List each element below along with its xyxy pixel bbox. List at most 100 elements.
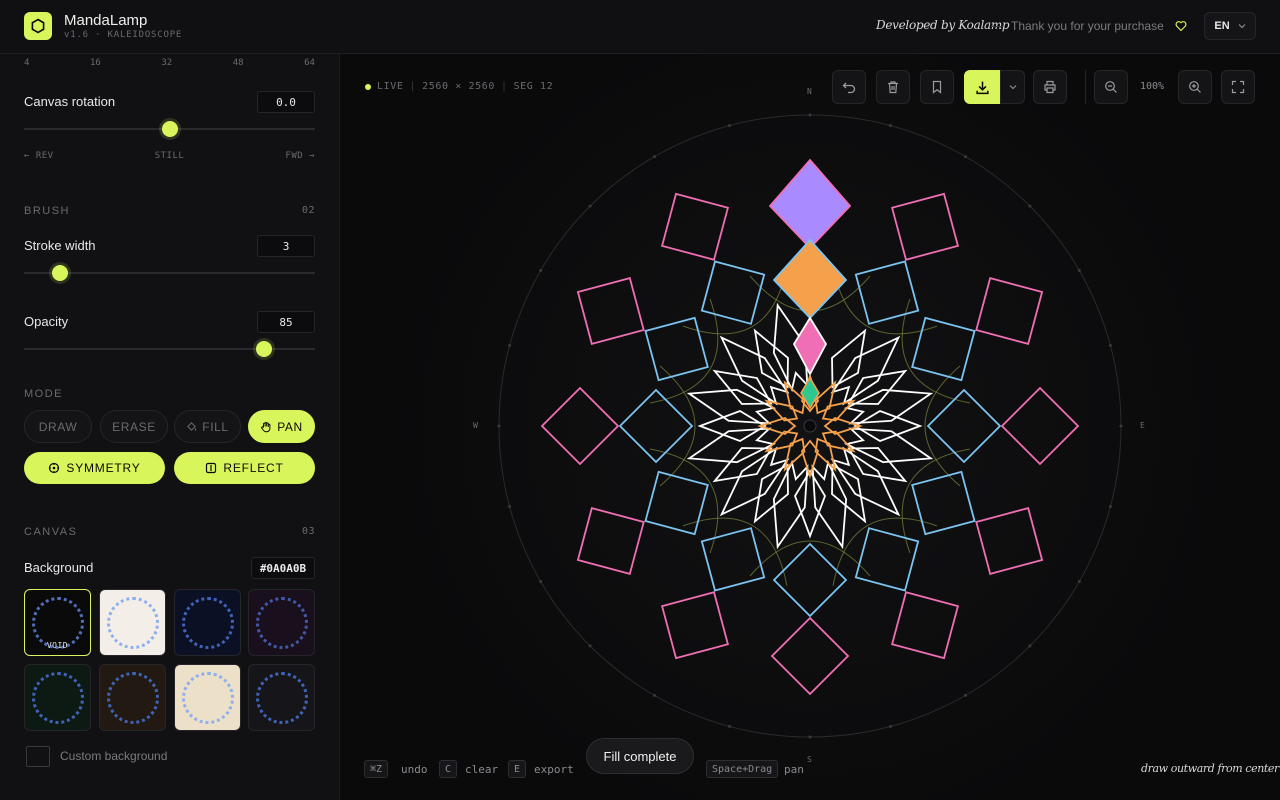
resolution-label: 2560 × 2560 [422, 81, 495, 92]
stroke-width-input[interactable]: 3 [257, 235, 315, 257]
section-title: CANVAS [24, 526, 78, 538]
mandala-drawing[interactable] [340, 54, 1280, 800]
guide-tick [653, 693, 656, 697]
guide-tick [508, 504, 512, 508]
segment-tick: 48 [232, 58, 244, 68]
mode-pan-button[interactable]: PAN [248, 410, 315, 443]
white-diamond [831, 328, 867, 389]
separator: | [409, 81, 417, 92]
blue-square [772, 542, 848, 618]
fullscreen-button[interactable] [1221, 70, 1255, 104]
pink-square [660, 192, 730, 261]
olive-arc [924, 365, 961, 487]
heart-icon [1175, 19, 1187, 37]
swatch-ring [255, 671, 308, 724]
blue-square [644, 316, 709, 382]
language-label: EN [1214, 20, 1230, 32]
chevron-down-icon [1009, 85, 1016, 90]
white-diamond [753, 328, 789, 389]
pink-square [576, 506, 645, 576]
blue-square [911, 316, 976, 382]
background-hex-input[interactable]: #0A0A0B [251, 557, 315, 579]
save-button[interactable] [920, 70, 954, 104]
custom-background-checkbox[interactable] [26, 746, 50, 767]
guide-tick [508, 344, 512, 348]
guide-tick [1028, 204, 1032, 208]
background-swatch[interactable] [99, 664, 166, 731]
background-swatch[interactable]: VOID [24, 589, 91, 656]
background-swatch[interactable] [24, 664, 91, 731]
background-swatch[interactable] [174, 589, 241, 656]
reflect-button[interactable]: REFLECT [174, 452, 315, 484]
mode-draw-button[interactable]: DRAW [24, 410, 92, 443]
guide-tick [539, 269, 543, 272]
rotation-slider-thumb[interactable] [162, 121, 178, 137]
olive-arc [659, 365, 696, 487]
section-number: 03 [301, 526, 315, 537]
pink-square [890, 192, 960, 261]
bookmark-icon [932, 80, 942, 94]
pink-square [890, 591, 960, 660]
background-swatch[interactable] [248, 589, 315, 656]
print-button[interactable] [1033, 70, 1067, 104]
stroke-width-slider-thumb[interactable] [52, 265, 68, 281]
export-options-dropdown[interactable] [1000, 70, 1025, 104]
top-bar: MandaLamp v1.6 · KALEIDOSCOPE Developed … [0, 0, 1280, 54]
swatch-ring [31, 671, 84, 724]
compass-south: S [807, 755, 812, 764]
background-swatch[interactable] [248, 664, 315, 731]
guide-tick [1028, 644, 1032, 648]
rotation-value-input[interactable]: 0.0 [257, 91, 315, 113]
blue-square [644, 470, 709, 536]
clear-button[interactable] [876, 70, 910, 104]
developer-credit: Developed by Koalamp [876, 18, 1010, 32]
mode-erase-button[interactable]: ERASE [100, 410, 168, 443]
pink-square [576, 276, 645, 346]
zoom-in-button[interactable] [1178, 70, 1212, 104]
opacity-slider-thumb[interactable] [256, 341, 272, 357]
app-logo-icon [24, 12, 52, 40]
rev-label: ← REV [24, 151, 54, 161]
language-select[interactable]: EN [1204, 12, 1256, 40]
guide-tick [888, 124, 892, 128]
compass-east: E [1140, 421, 1145, 430]
pink-square [770, 616, 850, 696]
pink-square [660, 591, 730, 660]
symmetry-button[interactable]: SYMMETRY [24, 452, 165, 484]
export-button[interactable] [964, 70, 1000, 104]
swatch-name: VOID [46, 641, 69, 650]
mode-section-header: MODE [24, 388, 315, 400]
white-diamond [831, 463, 867, 524]
still-label: STILL [154, 151, 185, 161]
shortcut-key: Space+Drag [706, 760, 779, 778]
thanks-text: Thank you for your purchase [1011, 19, 1164, 33]
rotation-label: Canvas rotation [24, 94, 116, 109]
shortcut-key: ⌘Z [364, 760, 389, 778]
shortcut-label: pan [784, 763, 804, 776]
white-diamond [853, 410, 923, 442]
guide-tick [888, 724, 892, 728]
background-swatch[interactable] [174, 664, 241, 731]
zoom-out-button[interactable] [1094, 70, 1128, 104]
guide-tick [964, 693, 967, 697]
pink-square [975, 506, 1044, 576]
custom-background-label: Custom background [60, 749, 168, 763]
stroke-width-label: Stroke width [24, 238, 96, 253]
opacity-input[interactable]: 85 [257, 311, 315, 333]
mode-fill-button[interactable]: FILL [174, 410, 241, 443]
segment-tick: 4 [24, 58, 30, 68]
mode-label: DRAW [38, 419, 78, 434]
white-diamond [712, 447, 773, 483]
white-diamond [712, 369, 773, 405]
filled-purple-diamond [768, 158, 852, 250]
background-swatch[interactable] [99, 589, 166, 656]
guide-tick [1108, 344, 1112, 348]
guide-tick [808, 735, 812, 739]
shortcut-label: export [534, 763, 574, 776]
reflect-label: REFLECT [223, 461, 284, 475]
fwd-label: FWD → [285, 151, 315, 161]
guide-tick [728, 724, 732, 728]
symmetry-icon [49, 462, 60, 474]
undo-button[interactable] [832, 70, 866, 104]
guide-tick [588, 204, 592, 208]
